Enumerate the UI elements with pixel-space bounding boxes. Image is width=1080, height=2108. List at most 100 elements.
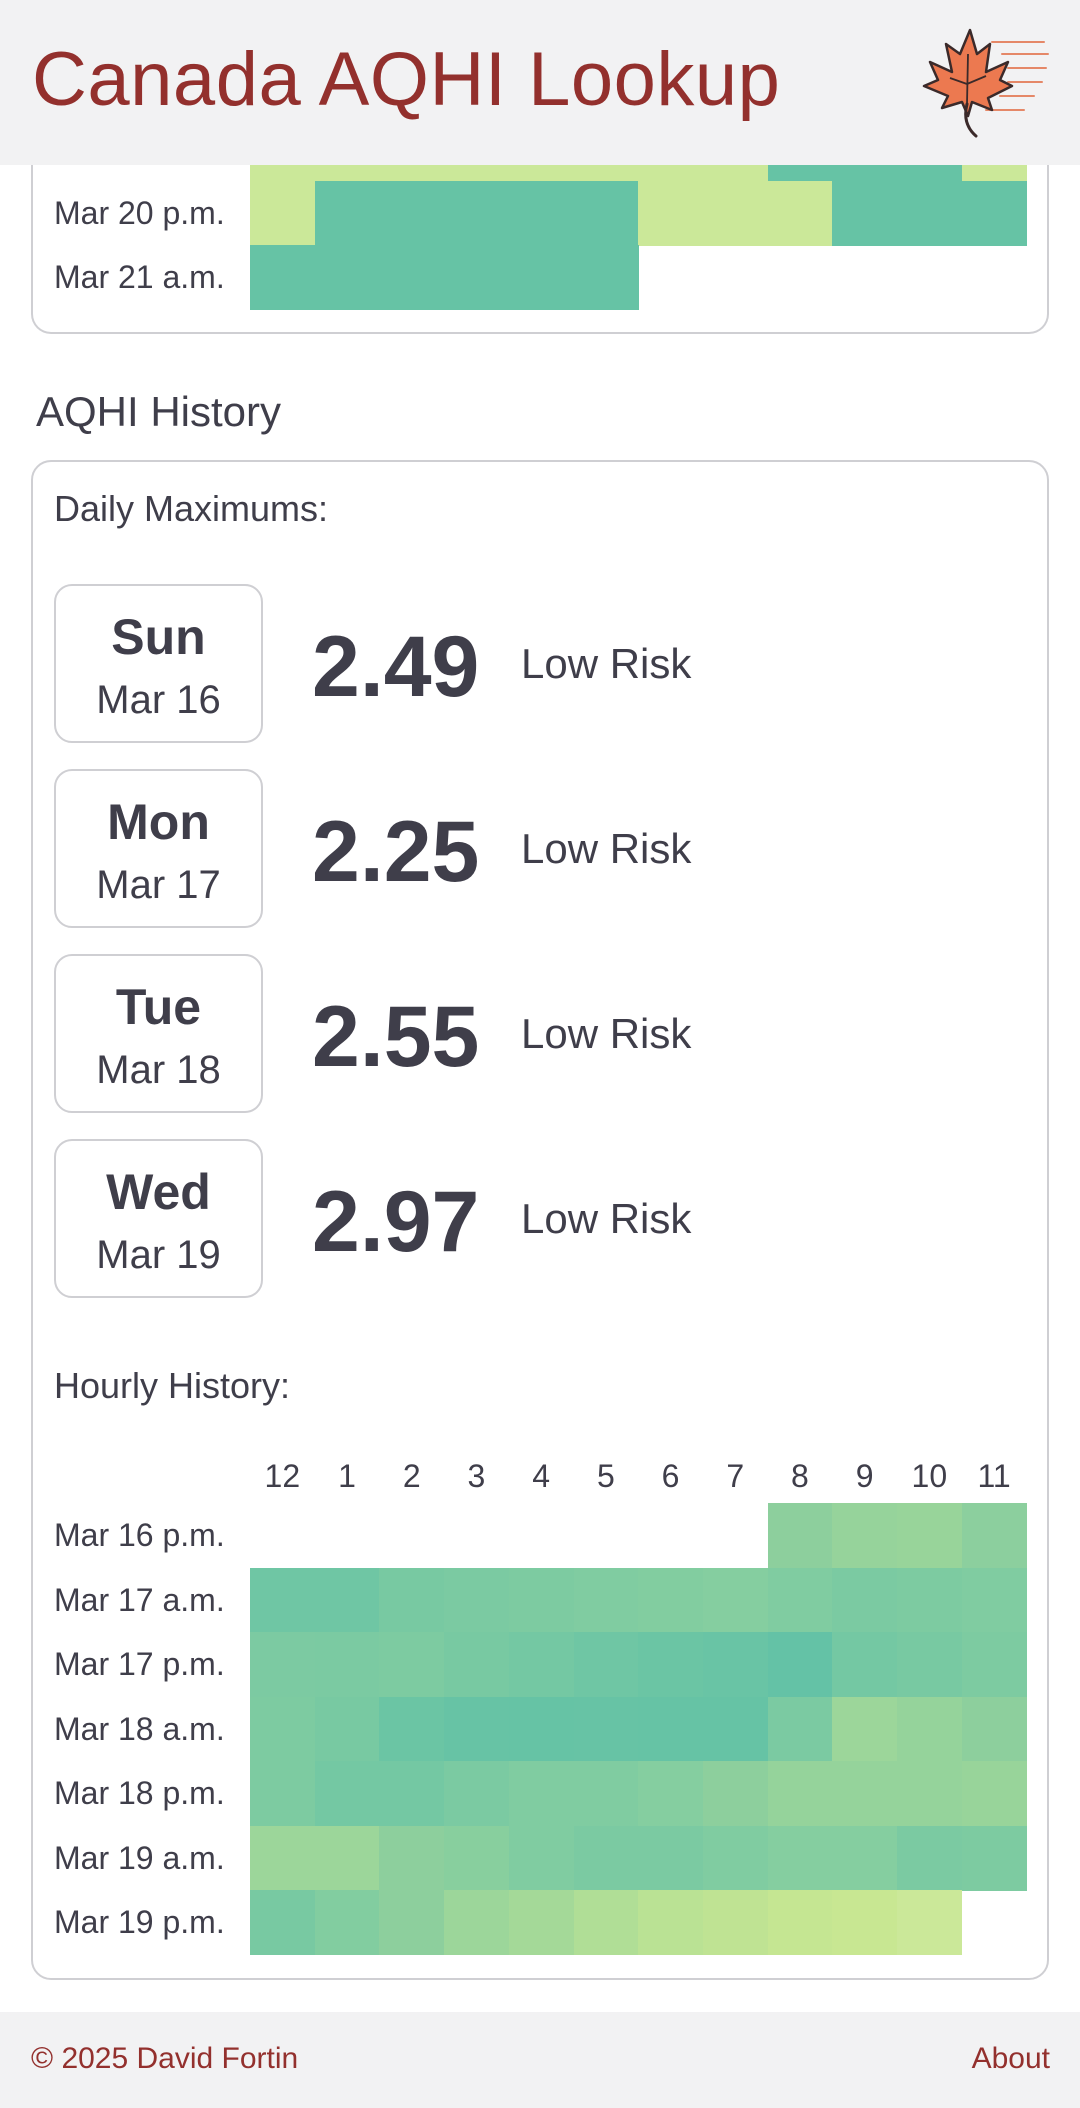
forecast-cell bbox=[573, 245, 639, 311]
forecast-cell bbox=[444, 245, 510, 311]
history-cell bbox=[573, 1890, 639, 1956]
history-cell bbox=[250, 1890, 316, 1956]
forecast-cell bbox=[573, 180, 639, 246]
history-cell bbox=[767, 1825, 833, 1891]
history-cell bbox=[573, 1696, 639, 1762]
copyright-text: © 2025 David Fortin bbox=[31, 2042, 299, 2075]
history-cell bbox=[314, 1632, 380, 1698]
day-card: Sun Mar 16 bbox=[54, 584, 263, 743]
hour-label: 8 bbox=[791, 1458, 809, 1494]
history-cell bbox=[832, 1567, 898, 1633]
history-section-title: AQHI History bbox=[36, 388, 282, 435]
history-cell bbox=[508, 1696, 575, 1762]
history-cell bbox=[897, 1503, 963, 1569]
about-link[interactable]: About bbox=[972, 2042, 1050, 2076]
forecast-cell bbox=[314, 245, 380, 311]
forecast-cell bbox=[508, 245, 575, 311]
history-cell bbox=[573, 1632, 639, 1698]
history-cell bbox=[508, 1761, 575, 1827]
hour-label: 9 bbox=[855, 1458, 874, 1494]
forecast-cell bbox=[897, 180, 963, 246]
app-header: Canada AQHI Lookup bbox=[0, 0, 1080, 165]
day-date: Mar 19 bbox=[96, 1233, 221, 1277]
forecast-cell bbox=[444, 180, 510, 246]
history-cell bbox=[702, 1761, 769, 1827]
history-cell bbox=[897, 1761, 963, 1827]
history-cell bbox=[702, 1890, 769, 1956]
forecast-cell bbox=[767, 180, 833, 246]
forecast-cell bbox=[314, 180, 380, 246]
aqhi-value: 2.55 bbox=[312, 989, 480, 1085]
history-cell bbox=[314, 1890, 380, 1956]
history-cell bbox=[961, 1632, 1027, 1698]
history-cell bbox=[961, 1825, 1027, 1891]
forecast-cell bbox=[379, 245, 445, 311]
history-cell bbox=[767, 1503, 833, 1569]
history-cell bbox=[638, 1761, 704, 1827]
day-name: Mon bbox=[107, 794, 210, 850]
history-cell bbox=[832, 1825, 898, 1891]
history-row-label: Mar 17 a.m. bbox=[54, 1581, 225, 1618]
history-cell bbox=[379, 1890, 445, 1956]
history-cell bbox=[508, 1890, 575, 1956]
aqhi-value: 2.49 bbox=[312, 619, 480, 715]
history-cell bbox=[961, 1503, 1027, 1569]
maple-leaf-icon bbox=[922, 28, 1049, 138]
history-cell bbox=[767, 1890, 833, 1956]
history-cell bbox=[638, 1825, 704, 1891]
hour-label: 11 bbox=[977, 1458, 1011, 1494]
history-cell bbox=[508, 1632, 575, 1698]
history-cell bbox=[638, 1567, 704, 1633]
app-footer: © 2025 David Fortin About bbox=[0, 2012, 1080, 2108]
history-row-label: Mar 16 p.m. bbox=[54, 1517, 225, 1553]
forecast-cell bbox=[961, 180, 1027, 246]
forecast-row-label: Mar 21 a.m. bbox=[54, 259, 225, 295]
history-cell bbox=[767, 1761, 833, 1827]
history-cell bbox=[379, 1825, 445, 1891]
history-cell bbox=[250, 1632, 316, 1698]
daily-maximums-title: Daily Maximums: bbox=[54, 488, 329, 529]
risk-label: Low Risk bbox=[521, 640, 692, 687]
hour-label: 3 bbox=[467, 1458, 486, 1494]
hour-label: 1 bbox=[338, 1458, 356, 1494]
hour-label: 2 bbox=[402, 1458, 421, 1494]
history-cell bbox=[444, 1761, 510, 1827]
forecast-cell bbox=[702, 180, 769, 246]
hourly-history-title: Hourly History: bbox=[54, 1365, 291, 1406]
history-cell bbox=[573, 1761, 639, 1827]
risk-label: Low Risk bbox=[521, 1010, 692, 1057]
history-cell bbox=[379, 1761, 445, 1827]
forecast-cell bbox=[638, 180, 704, 246]
history-cell bbox=[702, 1825, 769, 1891]
history-cell bbox=[314, 1696, 380, 1762]
history-cell bbox=[250, 1567, 316, 1633]
history-cell bbox=[832, 1890, 898, 1956]
history-cell bbox=[379, 1696, 445, 1762]
day-name: Wed bbox=[106, 1164, 211, 1220]
day-date: Mar 17 bbox=[96, 863, 221, 907]
history-cell bbox=[897, 1825, 963, 1891]
history-cell bbox=[379, 1632, 445, 1698]
hour-label: 10 bbox=[911, 1458, 948, 1494]
history-cell bbox=[897, 1890, 963, 1956]
history-cell bbox=[508, 1567, 575, 1633]
hour-label: 6 bbox=[661, 1458, 680, 1494]
history-cell bbox=[444, 1825, 510, 1891]
history-cell bbox=[444, 1567, 510, 1633]
history-cell bbox=[573, 1567, 639, 1633]
history-cell bbox=[444, 1890, 510, 1956]
day-date: Mar 18 bbox=[96, 1048, 221, 1092]
history-row-label: Mar 17 p.m. bbox=[54, 1646, 225, 1682]
history-cell bbox=[379, 1567, 445, 1633]
history-cell bbox=[702, 1696, 769, 1762]
aqhi-value: 2.25 bbox=[312, 804, 480, 900]
history-cell bbox=[250, 1696, 316, 1762]
app-title: Canada AQHI Lookup bbox=[32, 37, 781, 122]
day-date: Mar 16 bbox=[96, 678, 221, 722]
day-name: Tue bbox=[115, 979, 202, 1035]
hour-label: 7 bbox=[726, 1458, 745, 1494]
forecast-cell bbox=[508, 180, 575, 246]
hour-label: 4 bbox=[532, 1458, 551, 1494]
history-cell bbox=[897, 1696, 963, 1762]
history-cell bbox=[444, 1696, 510, 1762]
